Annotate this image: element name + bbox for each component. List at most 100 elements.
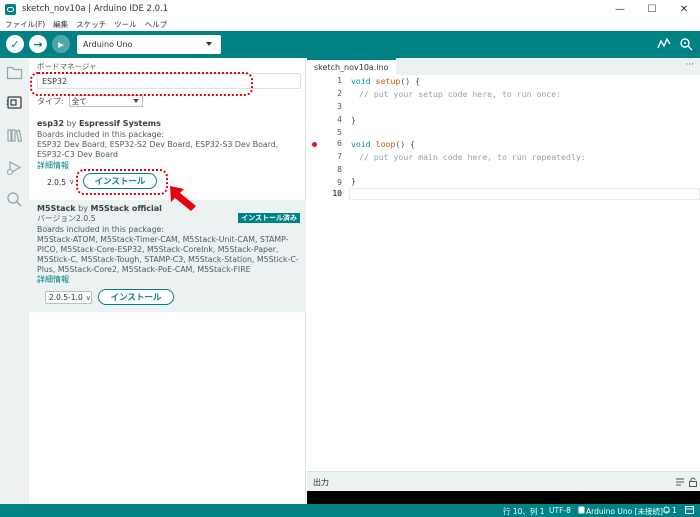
- folder-icon[interactable]: [6, 64, 23, 81]
- current-line-highlight: [349, 188, 700, 200]
- line-number: 1: [337, 76, 342, 85]
- menu-file[interactable]: ファイル(F): [5, 19, 45, 30]
- package-description: Boards included in this package:: [37, 130, 164, 139]
- code-text: () {: [400, 76, 421, 86]
- line-number: 6: [337, 139, 342, 148]
- code-comment: // put your setup code here, to run once…: [359, 89, 562, 99]
- install-button-m5stack[interactable]: インストール: [98, 289, 174, 305]
- more-info-link[interactable]: 詳細情報: [37, 274, 69, 285]
- board-status-icon: [578, 506, 585, 516]
- board-manager-panel: ボードマネージャ ESP32 タイプ: 全て esp32 by Espressi…: [29, 58, 306, 504]
- package-by: by: [78, 204, 88, 213]
- arduino-app-icon: [5, 3, 16, 15]
- notifications-panel-icon[interactable]: [685, 506, 694, 516]
- serial-plotter-button[interactable]: [657, 37, 671, 51]
- code-function: loop: [375, 139, 396, 149]
- more-info-link[interactable]: 詳細情報: [37, 160, 69, 171]
- breakpoint-icon[interactable]: [312, 142, 317, 147]
- line-number: 3: [337, 102, 342, 111]
- minimize-button[interactable]: —: [604, 0, 636, 18]
- upload-button[interactable]: →: [29, 35, 47, 53]
- menu-tools[interactable]: ツール: [114, 19, 137, 30]
- package-boards: M5Stack-ATOM, M5Stack-Timer-CAM, M5Stack…: [37, 235, 299, 274]
- debug-panel-icon[interactable]: [6, 159, 23, 176]
- package-author: Espressif Systems: [78, 119, 161, 128]
- type-filter-value: 全て: [71, 96, 87, 106]
- code-function: setup: [375, 76, 401, 86]
- version-value: 2.0.5-1.0: [49, 293, 83, 302]
- toolbar: ✓ → ▸ Arduino Uno: [0, 31, 700, 58]
- debug-icon: ▸: [58, 37, 64, 51]
- type-filter-select[interactable]: 全て: [68, 95, 143, 107]
- package-name: esp32: [37, 119, 65, 128]
- output-console[interactable]: [307, 491, 700, 504]
- serial-plotter-icon: [657, 38, 671, 49]
- window-title: sketch_nov10a | Arduino IDE 2.0.1: [22, 4, 169, 14]
- install-highlight-annotation: [76, 169, 168, 195]
- code-line: void loop() {: [351, 139, 415, 149]
- arrow-right-icon: →: [33, 37, 43, 51]
- output-title: 出力: [313, 478, 329, 487]
- code-editor[interactable]: 1 2 3 4 5 6 7 8 9 10 void setup() { // p…: [307, 75, 700, 471]
- code-text: }: [351, 115, 356, 125]
- lock-icon[interactable]: [688, 477, 698, 487]
- editor-tabs: sketch_nov10a.ino ···: [307, 58, 700, 75]
- serial-monitor-button[interactable]: [679, 37, 693, 51]
- caret-down-icon: [206, 42, 212, 46]
- filter-lines-icon[interactable]: [675, 477, 685, 487]
- code-comment: // put your main code here, to run repea…: [359, 152, 586, 162]
- menu-sketch[interactable]: スケッチ: [76, 19, 106, 30]
- code-text: }: [351, 176, 356, 186]
- encoding[interactable]: UTF-8: [549, 506, 571, 515]
- line-number: 10: [332, 189, 342, 198]
- tab-sketch[interactable]: sketch_nov10a.ino: [307, 58, 396, 75]
- line-number: 7: [337, 152, 342, 161]
- menu-edit[interactable]: 編集: [53, 19, 68, 30]
- code-keyword: void: [351, 139, 371, 149]
- maximize-button[interactable]: ☐: [636, 0, 668, 18]
- menu-help[interactable]: ヘルプ: [145, 19, 168, 30]
- search-icon[interactable]: [6, 191, 23, 208]
- package-title: esp32 by Espressif Systems: [37, 119, 161, 128]
- package-by: by: [66, 119, 77, 128]
- package-name: M5Stack: [37, 204, 76, 213]
- line-gutter: 1 2 3 4 5 6 7 8 9 10: [307, 75, 349, 471]
- close-button[interactable]: ✕: [668, 0, 700, 18]
- code-line: void setup() {: [351, 76, 420, 86]
- board-manager-icon[interactable]: [6, 94, 23, 111]
- title-bar: sketch_nov10a | Arduino IDE 2.0.1 — ☐ ✕: [0, 0, 700, 18]
- code-keyword: void: [351, 76, 371, 86]
- version-select[interactable]: 2.0.5-1.0 ∨: [45, 291, 92, 304]
- notification-bell-icon[interactable]: [663, 506, 670, 516]
- red-arrow-icon: [170, 186, 196, 211]
- version-select[interactable]: 2.0.5 ∨: [45, 176, 75, 188]
- chevron-down-icon: ∨: [69, 178, 75, 186]
- type-filter-label: タイプ:: [37, 96, 64, 106]
- board-selector[interactable]: Arduino Uno: [77, 35, 221, 54]
- code-text: () {: [395, 139, 416, 149]
- cursor-position[interactable]: 行 10、列 1: [503, 506, 545, 517]
- serial-monitor-icon: [680, 38, 693, 51]
- line-number: 2: [337, 89, 342, 98]
- caret-down-icon: [132, 99, 139, 103]
- activity-bar: [0, 58, 29, 504]
- verify-button[interactable]: ✓: [6, 35, 24, 53]
- package-description: Boards included in this package:: [37, 225, 164, 234]
- board-connection-status[interactable]: Arduino Uno [未接続]: [586, 506, 663, 517]
- type-filter-row: タイプ: 全て: [37, 95, 143, 107]
- debug-button[interactable]: ▸: [52, 35, 70, 53]
- line-number: 8: [337, 165, 342, 174]
- more-actions-icon[interactable]: ···: [685, 60, 694, 70]
- status-bar: 行 10、列 1 UTF-8 Arduino Uno [未接続] 1: [0, 504, 700, 517]
- installed-badge: インストール済み: [238, 213, 300, 223]
- package-author: M5Stack official: [90, 204, 162, 213]
- library-manager-icon[interactable]: [6, 127, 23, 144]
- notification-count[interactable]: 1: [672, 506, 677, 515]
- line-number: 4: [337, 115, 342, 124]
- package-boards: ESP32 Dev Board, ESP32-S2 Dev Board, ESP…: [37, 140, 279, 159]
- board-selector-label: Arduino Uno: [83, 40, 133, 49]
- package-m5stack: M5Stack by M5Stack official バージョン2.0.5 イ…: [29, 200, 306, 312]
- line-number: 5: [337, 128, 342, 137]
- line-number: 9: [337, 178, 342, 187]
- check-icon: ✓: [10, 37, 20, 51]
